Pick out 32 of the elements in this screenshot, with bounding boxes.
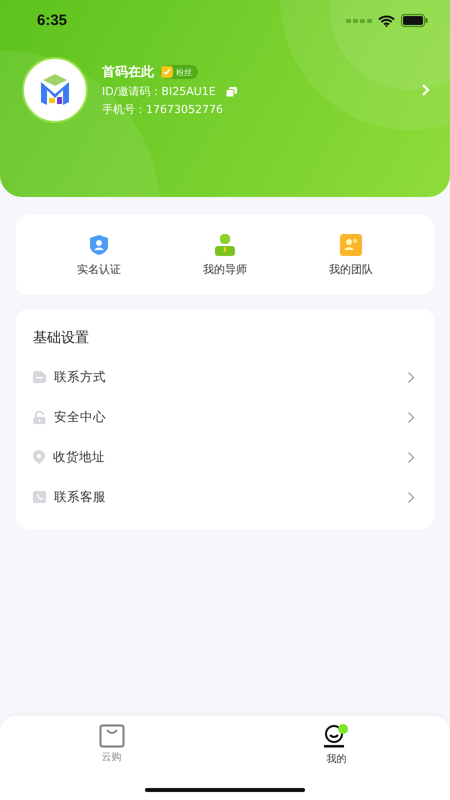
status-time: 6:35 xyxy=(37,12,68,29)
chevron-right-icon xyxy=(407,370,415,384)
wifi-icon xyxy=(378,14,395,26)
settings-item[interactable]: 联系客服 xyxy=(33,477,418,517)
team-icon xyxy=(340,234,362,256)
bag-icon xyxy=(98,724,124,748)
section-title: 基础设置 xyxy=(33,329,90,347)
card-icon xyxy=(33,371,46,383)
shield-user-icon xyxy=(88,234,110,256)
chevron-right-icon xyxy=(407,490,415,504)
invite-code: ID/邀请码：BI25AU1E xyxy=(102,84,216,99)
chevron-right-icon[interactable] xyxy=(421,83,430,97)
quick-action[interactable]: 实名认证 xyxy=(77,234,121,276)
signal-icon xyxy=(346,18,372,24)
settings-item[interactable]: 联系方式 xyxy=(33,357,418,397)
battery-icon xyxy=(401,14,428,27)
phone-icon xyxy=(33,491,46,503)
level-badge: 粉丝 xyxy=(160,65,198,79)
chevron-right-icon xyxy=(407,450,415,464)
copy-icon[interactable] xyxy=(226,86,237,96)
user-name: 首码在此 xyxy=(102,64,154,81)
tab-item[interactable]: 我的 xyxy=(322,724,352,766)
settings-item[interactable]: 安全中心 xyxy=(33,397,418,437)
location-pin-icon xyxy=(33,450,45,464)
phone-number: 手机号：17673052776 xyxy=(102,102,224,117)
quick-action[interactable]: 我的导师 xyxy=(203,234,247,276)
lock-icon xyxy=(33,410,46,424)
chevron-right-icon xyxy=(407,410,415,424)
settings-item[interactable]: 收货地址 xyxy=(33,437,418,477)
person-icon xyxy=(214,234,236,256)
quick-action[interactable]: 我的团队 xyxy=(329,234,373,276)
tab-item[interactable]: 云购 xyxy=(98,724,124,764)
